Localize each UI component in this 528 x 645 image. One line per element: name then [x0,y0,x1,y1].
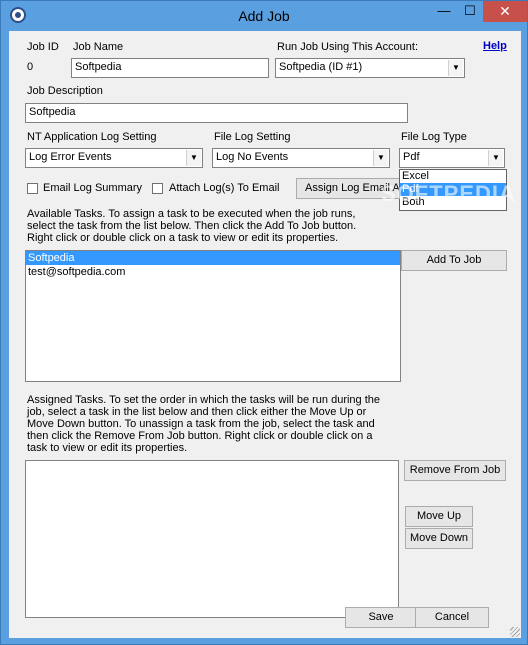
file-log-label: File Log Setting [214,131,291,143]
account-label: Run Job Using This Account: [277,41,419,53]
chevron-down-icon[interactable]: ▼ [488,150,503,166]
watermark: SOFTPEDIA [381,181,516,206]
file-log-type-label: File Log Type [401,131,467,143]
chevron-down-icon[interactable]: ▼ [448,60,463,76]
move-down-button[interactable]: Move Down [405,528,473,549]
nt-log-select[interactable]: Log Error Events ▼ [25,148,203,168]
nt-log-select-value: Log Error Events [29,151,112,163]
job-name-label: Job Name [73,41,124,53]
file-log-type-value: Pdf [403,151,420,163]
file-log-select[interactable]: Log No Events ▼ [212,148,390,168]
job-description-label: Job Description [27,85,103,97]
chevron-down-icon[interactable]: ▼ [373,150,388,166]
job-id-label: Job ID [27,41,59,53]
file-log-type-select[interactable]: Pdf ▼ [399,148,505,168]
account-select-value: Softpedia (ID #1) [279,61,363,73]
account-select[interactable]: Softpedia (ID #1) ▼ [275,58,465,78]
list-item[interactable]: Softpedia [26,251,400,265]
help-link[interactable]: Help [483,40,507,52]
available-tasks-list[interactable]: Softpedia test@softpedia.com [25,250,401,382]
attach-logs-checkbox[interactable] [152,183,163,194]
title-bar[interactable]: Add Job — ☐ ✕ [1,1,527,31]
attach-logs-label[interactable]: Attach Log(s) To Email [169,182,279,194]
add-to-job-button[interactable]: Add To Job [401,250,507,271]
list-item[interactable]: test@softpedia.com [26,265,400,279]
chevron-down-icon[interactable]: ▼ [186,150,201,166]
file-log-select-value: Log No Events [216,151,289,163]
email-log-summary-label[interactable]: Email Log Summary [43,182,142,194]
email-log-summary-checkbox[interactable] [27,183,38,194]
job-name-input[interactable]: Softpedia [71,58,269,78]
remove-from-job-button[interactable]: Remove From Job [404,460,506,481]
maximize-button[interactable]: ☐ [457,1,483,22]
job-id-value: 0 [27,61,34,73]
job-description-input[interactable]: Softpedia [25,103,408,123]
move-up-button[interactable]: Move Up [405,506,473,527]
add-job-window: Add Job — ☐ ✕ Job ID 0 Job Name Softpedi… [0,0,528,645]
assigned-tasks-instructions: Assigned Tasks. To set the order in whic… [27,394,381,454]
cancel-button[interactable]: Cancel [415,607,489,628]
assigned-tasks-list[interactable] [25,460,399,618]
nt-log-label: NT Application Log Setting [27,131,157,143]
resize-grip[interactable] [510,627,520,637]
minimize-button[interactable]: — [431,1,457,22]
close-button[interactable]: ✕ [483,1,527,22]
dialog-body: Job ID 0 Job Name Softpedia Run Job Usin… [9,31,521,638]
save-button[interactable]: Save [345,607,417,628]
available-tasks-instructions: Available Tasks. To assign a task to be … [27,208,357,244]
